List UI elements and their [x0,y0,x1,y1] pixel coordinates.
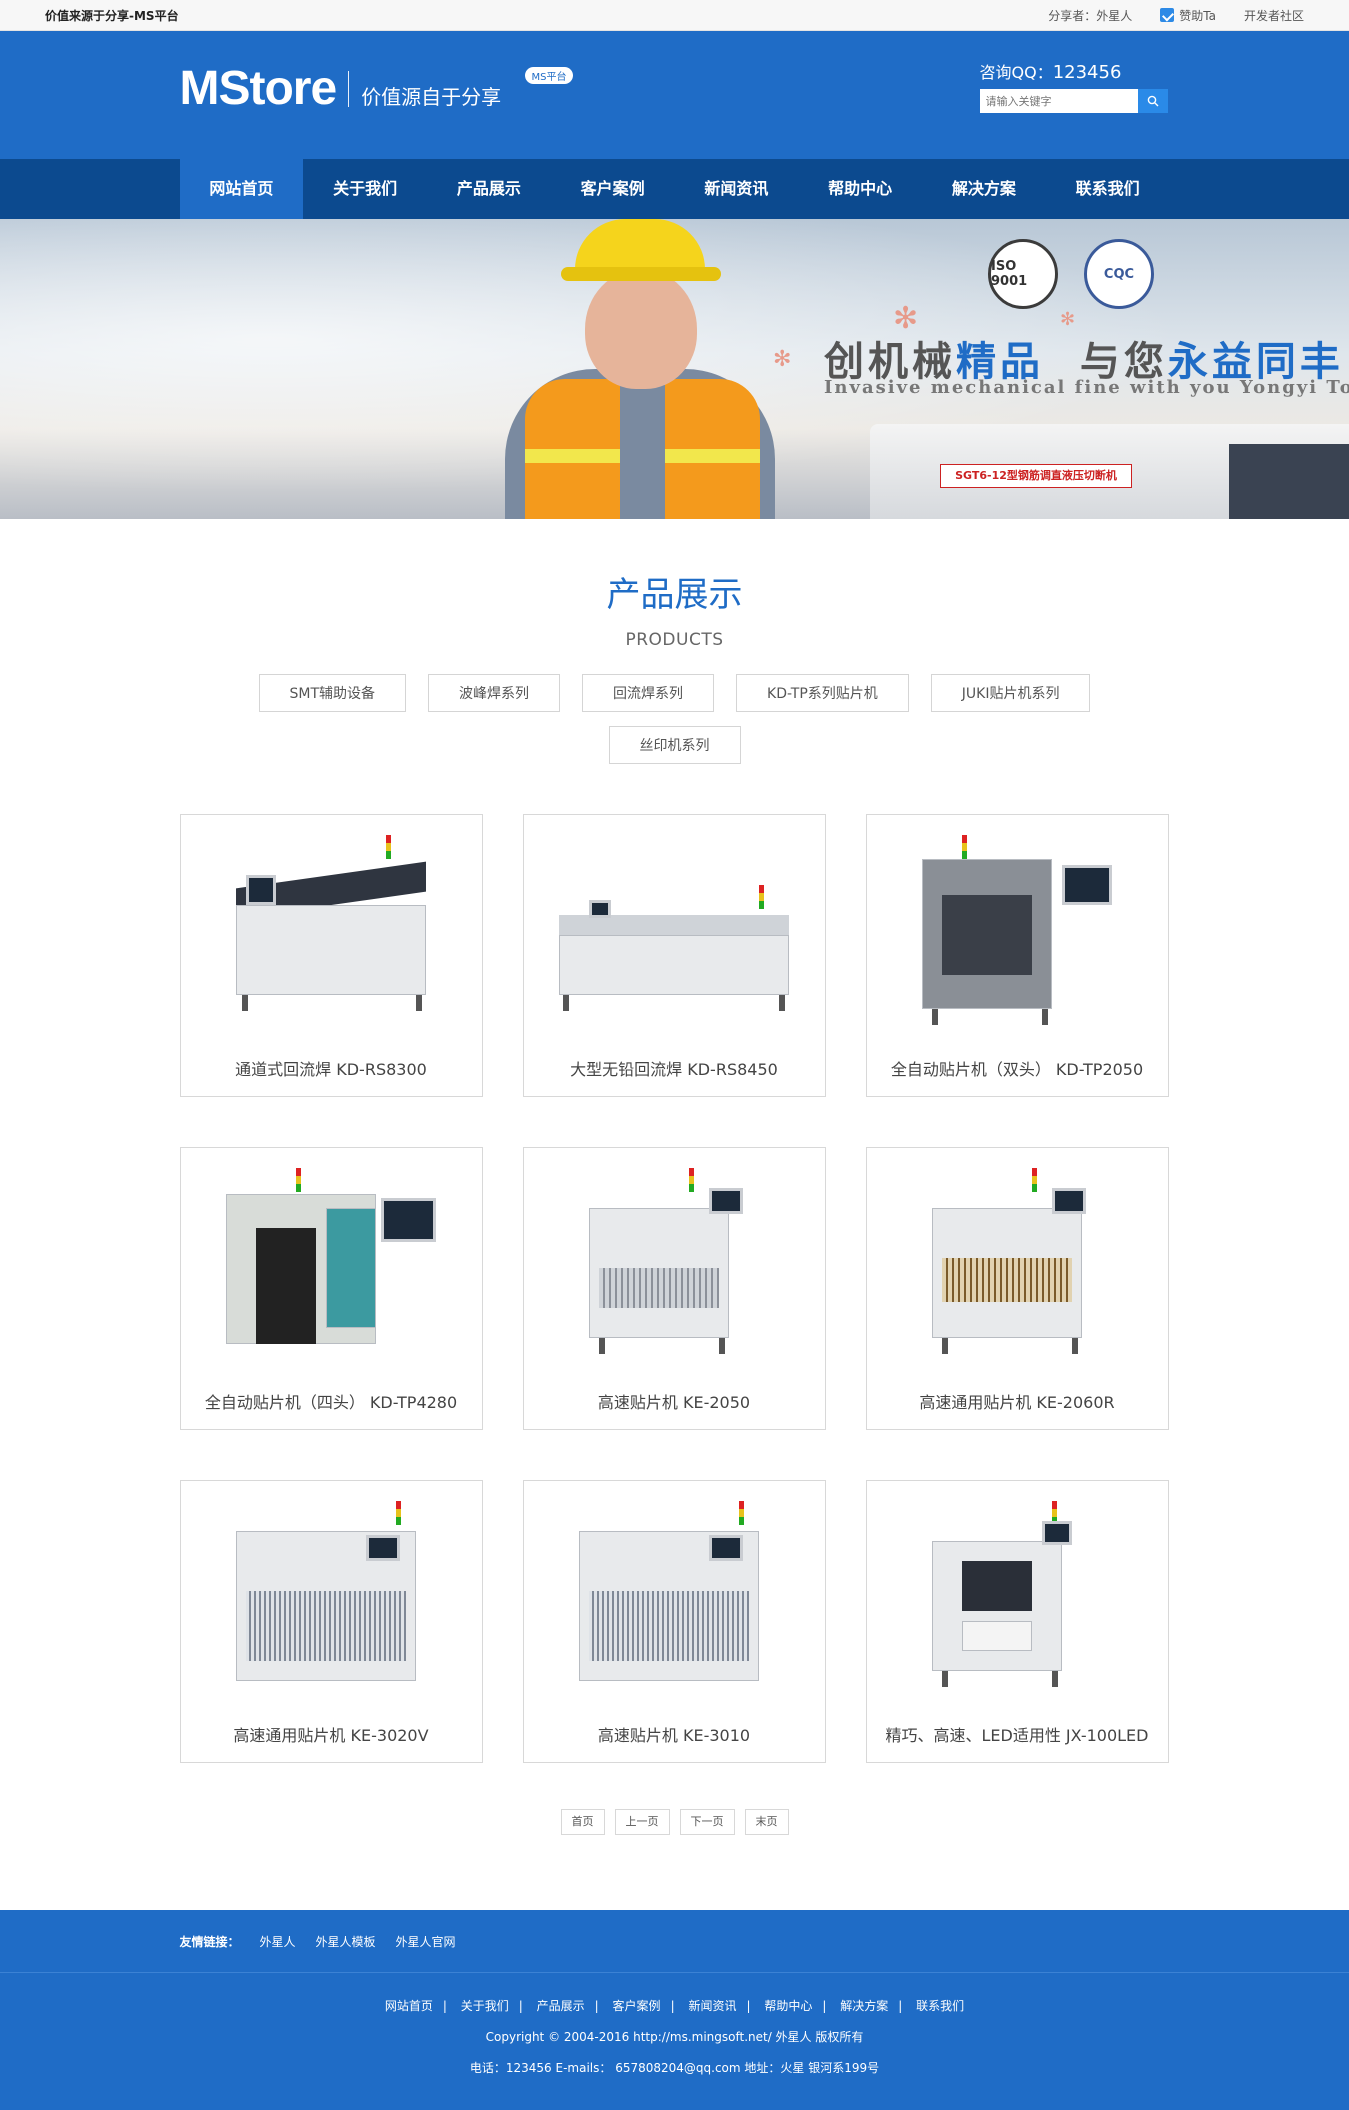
page-next[interactable]: 下一页 [679,1809,735,1835]
page-first[interactable]: 首页 [560,1809,605,1835]
product-name[interactable]: 高速贴片机 KE-3010 [524,1722,825,1746]
page-prev[interactable]: 上一页 [614,1809,670,1835]
category-juki[interactable]: JUKI贴片机系列 [930,674,1091,712]
product-name[interactable]: 高速通用贴片机 KE-3020V [181,1722,482,1746]
product-card[interactable]: 通道式回流焊 KD-RS8300 [179,814,483,1097]
main-nav: 网站首页 关于我们 产品展示 客户案例 新闻资讯 帮助中心 解决方案 联系我们 [0,159,1349,219]
qq-contact: 咨询QQ：123456 [979,59,1170,113]
product-image [534,821,815,1049]
banner-subtitle: Invasive mechanical fine with you Yongyi… [824,377,1349,398]
product-card[interactable]: 精巧、高速、LED适用性 JX-100LED [865,1480,1169,1763]
product-image [191,821,472,1049]
community-link[interactable]: 开发者社区 [1244,7,1304,24]
category-smt[interactable]: SMT辅助设备 [258,674,407,712]
sparkle-icon: ✻ [1060,309,1076,330]
product-name[interactable]: 高速通用贴片机 KE-2060R [867,1389,1168,1413]
friend-links-label: 友情链接： [179,1934,240,1949]
footer-nav-news[interactable]: 新闻资讯 [688,1999,736,2013]
category-screen-printer[interactable]: 丝印机系列 [608,726,741,764]
worker-illustration [505,219,775,519]
product-card[interactable]: 高速通用贴片机 KE-2060R [865,1147,1169,1430]
product-name[interactable]: 大型无铅回流焊 KD-RS8450 [524,1056,825,1080]
product-image [534,1487,815,1715]
category-kd-tp[interactable]: KD-TP系列贴片机 [736,674,909,712]
product-name[interactable]: 精巧、高速、LED适用性 JX-100LED [867,1722,1168,1746]
copyright: Copyright © 2004-2016 http://ms.mingsoft… [485,2030,864,2044]
product-name[interactable]: 全自动贴片机（四头） KD-TP4280 [181,1389,482,1413]
logo-divider [348,70,350,107]
nav-item-help[interactable]: 帮助中心 [798,159,922,219]
praise-label: 赞助Ta [1179,8,1216,23]
footer-nav-solutions[interactable]: 解决方案 [840,1999,888,2013]
product-image [191,1487,472,1715]
pagination: 首页 上一页 下一页 末页 [0,1809,1349,1835]
search-icon [1147,95,1158,107]
praise-link[interactable]: 赞助Ta [1160,7,1216,24]
product-card[interactable]: 高速贴片机 KE-2050 [522,1147,826,1430]
site-header: MStore 价值源自于分享 MS平台 咨询QQ：123456 [0,31,1349,159]
nav-item-solutions[interactable]: 解决方案 [922,159,1046,219]
product-image [877,821,1158,1049]
nav-item-news[interactable]: 新闻资讯 [675,159,799,219]
section-title: 产品展示 [606,575,743,615]
page-last[interactable]: 末页 [744,1809,789,1835]
machine-plate: SGT6-12型钢筋调直液压切断机 [940,464,1132,488]
search-box [979,89,1170,113]
product-name[interactable]: 全自动贴片机（双头） KD-TP2050 [867,1056,1168,1080]
nav-item-contact[interactable]: 联系我们 [1046,159,1170,219]
product-image [534,1154,815,1382]
logo-text: MStore [179,62,338,115]
friend-link[interactable]: 外星人模板 [316,1933,376,1950]
sparkle-icon: ✻ [773,347,792,372]
cutting-machine-illustration: SGT6-12型钢筋调直液压切断机 [870,424,1349,519]
hero-banner: ✻ ✻ ✻ ISO 9001 CQC 创机械精品 与您永益同丰 Invasive… [0,219,1349,519]
product-card[interactable]: 大型无铅回流焊 KD-RS8450 [522,814,826,1097]
platform-badge: MS平台 [524,67,574,84]
search-input[interactable] [979,89,1138,113]
footer-nav-contact[interactable]: 联系我们 [916,1999,964,2013]
products-heading: 产品展示 PRODUCTS [0,567,1349,650]
iso-badge: ISO 9001 [988,239,1058,309]
logo[interactable]: MStore 价值源自于分享 [180,61,502,116]
friend-link[interactable]: 外星人 [260,1933,296,1950]
contact-info: 电话：123456 E-mails： 657808204@qq.com 地址：火… [469,2061,880,2075]
footer-nav-about[interactable]: 关于我们 [461,1999,509,2013]
product-card[interactable]: 高速通用贴片机 KE-3020V [179,1480,483,1763]
category-wave-solder[interactable]: 波峰焊系列 [428,674,561,712]
top-bar: 价值来源于分享-MS平台 分享者：外星人 赞助Ta 开发者社区 [0,0,1349,31]
cqc-badge: CQC [1084,239,1154,309]
product-card[interactable]: 高速贴片机 KE-3010 [522,1480,826,1763]
category-reflow[interactable]: 回流焊系列 [582,674,715,712]
footer-nav-help[interactable]: 帮助中心 [764,1999,812,2013]
friend-link[interactable]: 外星人官网 [396,1933,456,1950]
site-slogan: 价值来源于分享-MS平台 [45,8,179,23]
nav-item-products[interactable]: 产品展示 [427,159,551,219]
footer-nav-home[interactable]: 网站首页 [385,1999,433,2013]
logo-tagline: 价值源自于分享 [361,85,502,109]
footer-nav-cases[interactable]: 客户案例 [613,1999,661,2013]
product-grid: 通道式回流焊 KD-RS8300 大型无铅回流焊 KD-RS8450 全自动贴片 [179,814,1170,1763]
product-name[interactable]: 通道式回流焊 KD-RS8300 [181,1056,482,1080]
product-card[interactable]: 全自动贴片机（双头） KD-TP2050 [865,814,1169,1097]
sharer-link[interactable]: 分享者：外星人 [1048,7,1132,24]
product-image [191,1154,472,1382]
search-button[interactable] [1137,89,1168,113]
product-image [877,1154,1158,1382]
product-image [877,1487,1158,1715]
product-card[interactable]: 全自动贴片机（四头） KD-TP4280 [179,1147,483,1430]
product-name[interactable]: 高速贴片机 KE-2050 [524,1389,825,1413]
nav-item-home[interactable]: 网站首页 [179,159,304,219]
thumbs-up-icon [1160,8,1175,22]
section-subtitle: PRODUCTS [625,630,724,650]
footer-nav-products[interactable]: 产品展示 [537,1999,585,2013]
qq-number: 123456 [1052,62,1122,83]
nav-item-cases[interactable]: 客户案例 [551,159,675,219]
nav-item-about[interactable]: 关于我们 [303,159,427,219]
friend-links: 友情链接： 外星人 外星人模板 外星人官网 [180,1910,1170,1972]
site-footer: 友情链接： 外星人 外星人模板 外星人官网 网站首页 | 关于我们 | 产品展示 | … [0,1910,1349,2110]
qq-label: 咨询QQ： [979,63,1053,82]
footer-nav: 网站首页 | 关于我们 | 产品展示 | 客户案例 | 新闻资讯 | 帮助中心 | 解决方案… [384,1999,965,2013]
category-filter: SMT辅助设备 波峰焊系列 回流焊系列 KD-TP系列贴片机 JUKI贴片机系列… [235,674,1115,764]
